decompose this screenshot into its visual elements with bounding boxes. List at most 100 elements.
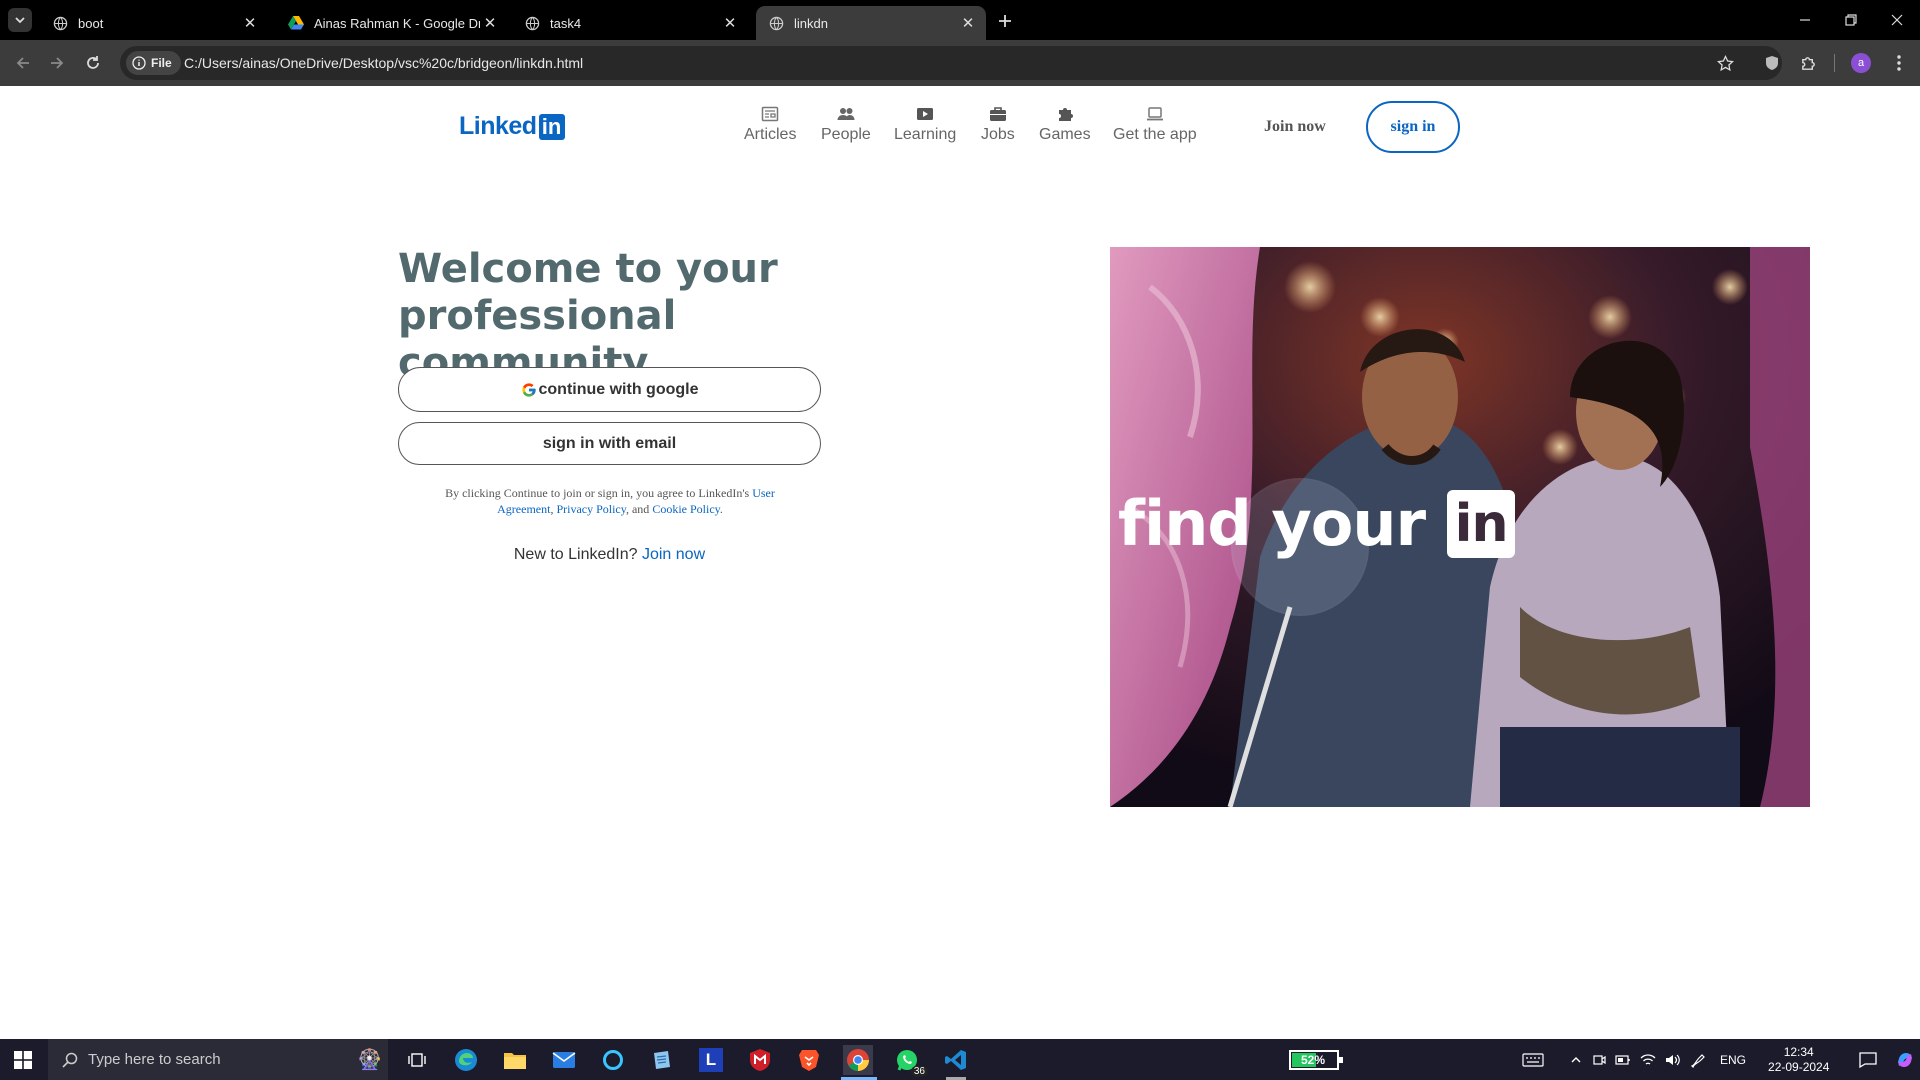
tab-title: linkdn	[794, 15, 828, 31]
page-title: Welcome to your professional community	[398, 246, 778, 386]
file-label: File	[151, 56, 172, 70]
reload-icon	[87, 56, 99, 69]
taskbar-search-box[interactable]: Type here to search 🎡	[48, 1039, 388, 1080]
puzzle-icon	[1058, 108, 1073, 121]
tab-google-drive[interactable]: Ainas Rahman K - Google Drive ✕	[276, 6, 508, 40]
taskbar-brave[interactable]	[794, 1045, 824, 1075]
start-button[interactable]	[8, 1045, 38, 1075]
nav-label: Get the app	[1113, 126, 1197, 143]
vscode-icon	[945, 1050, 966, 1070]
puzzle-piece-icon	[1801, 56, 1815, 70]
address-bar[interactable]: File C:/Users/ainas/OneDrive/Desktop/vsc…	[120, 46, 1782, 80]
tab-task4[interactable]: task4 ✕	[512, 6, 748, 40]
notification-icon[interactable]	[1859, 1051, 1878, 1068]
find-your-in-slogan: find your in	[1118, 487, 1516, 560]
copilot-icon[interactable]	[1895, 1050, 1915, 1070]
nav-label: People	[821, 126, 871, 143]
menu-button[interactable]	[1886, 50, 1912, 76]
hero-text: find your	[1118, 487, 1426, 560]
join-now-bottom-link[interactable]: Join now	[642, 546, 705, 563]
meet-now-icon[interactable]	[1592, 1053, 1606, 1067]
new-tab-button[interactable]	[992, 8, 1018, 34]
nav-get-the-app[interactable]: Get the app	[1113, 106, 1197, 144]
url-text[interactable]: C:/Users/ainas/OneDrive/Desktop/vsc%20c/…	[184, 55, 583, 71]
site-info-chip[interactable]: File	[126, 51, 181, 75]
new-to-linkedin: New to LinkedIn? Join now	[398, 546, 821, 564]
forward-button[interactable]	[44, 50, 70, 76]
join-now-link[interactable]: Join now	[1264, 118, 1326, 136]
chevron-up-icon[interactable]	[1570, 1054, 1582, 1066]
l-app-icon: L	[699, 1048, 723, 1072]
toolbar-divider	[1834, 54, 1835, 72]
avatar: a	[1851, 53, 1871, 73]
profile-avatar[interactable]: a	[1848, 50, 1874, 76]
nav-learning[interactable]: Learning	[894, 106, 956, 144]
restore-icon	[1845, 14, 1857, 26]
sign-in-with-email-button[interactable]: sign in with email	[398, 422, 821, 465]
volume-icon[interactable]	[1665, 1053, 1681, 1067]
info-icon	[132, 56, 146, 70]
shield-extension-button[interactable]	[1759, 50, 1785, 76]
linkedin-logo[interactable]: Linked in	[459, 112, 565, 141]
tab-boot[interactable]: boot ✕	[40, 6, 268, 40]
reload-button[interactable]	[80, 50, 106, 76]
tab-close-icon[interactable]: ✕	[958, 13, 978, 33]
sign-in-button[interactable]: sign in	[1366, 101, 1460, 153]
tab-close-icon[interactable]: ✕	[240, 13, 260, 33]
kebab-menu-icon	[1897, 55, 1901, 71]
taskbar-edge[interactable]	[451, 1045, 481, 1075]
taskbar-cortana[interactable]	[598, 1045, 628, 1075]
taskbar-l-app[interactable]: L	[696, 1045, 726, 1075]
edge-icon	[455, 1049, 477, 1071]
nav-label: Games	[1039, 126, 1091, 143]
cookie-policy-link[interactable]: Cookie Policy	[652, 502, 720, 516]
tab-close-icon[interactable]: ✕	[480, 13, 500, 33]
briefcase-icon	[989, 107, 1006, 121]
battery-indicator[interactable]: 52%	[1289, 1050, 1343, 1070]
minimize-button[interactable]	[1782, 0, 1828, 40]
back-button[interactable]	[10, 50, 36, 76]
taskbar-mcafee[interactable]	[745, 1045, 775, 1075]
brave-lion-icon	[799, 1050, 819, 1071]
tab-linkdn[interactable]: linkdn ✕	[756, 6, 986, 40]
tab-close-icon[interactable]: ✕	[720, 13, 740, 33]
nav-games[interactable]: Games	[1039, 106, 1091, 144]
newspaper-icon	[761, 106, 779, 122]
continue-with-google-button[interactable]: continue with google	[398, 367, 821, 412]
search-highlight-icon: 🎡	[357, 1049, 382, 1071]
close-window-button[interactable]	[1874, 0, 1920, 40]
nav-jobs[interactable]: Jobs	[981, 106, 1015, 144]
taskbar-vscode[interactable]	[941, 1045, 971, 1075]
battery-tray-icon[interactable]	[1615, 1054, 1631, 1066]
tab-search-button[interactable]	[8, 8, 32, 32]
clock[interactable]: 12:34 22-09-2024	[1768, 1045, 1829, 1075]
taskbar-notepad[interactable]	[647, 1045, 677, 1075]
pen-icon[interactable]	[1690, 1052, 1706, 1068]
keyboard-icon[interactable]	[1522, 1052, 1544, 1067]
bookmark-star-button[interactable]	[1714, 52, 1736, 74]
nav-label: Articles	[744, 126, 797, 143]
taskbar-chrome[interactable]	[843, 1045, 873, 1075]
extensions-button[interactable]	[1795, 50, 1821, 76]
nav-articles[interactable]: Articles	[744, 106, 796, 144]
battery-tip	[1339, 1057, 1343, 1063]
legal-notice: By clicking Continue to join or sign in,…	[420, 485, 800, 517]
taskbar-mail[interactable]	[549, 1045, 579, 1075]
privacy-policy-link[interactable]: Privacy Policy	[556, 502, 626, 516]
taskbar-whatsapp[interactable]: 36	[892, 1045, 928, 1077]
legal-text: By clicking Continue to join or sign in,…	[445, 486, 750, 500]
restore-button[interactable]	[1828, 0, 1874, 40]
whatsapp-unread-badge: 36	[910, 1066, 928, 1077]
google-button-label: continue with google	[538, 380, 699, 398]
taskbar-file-explorer[interactable]	[500, 1045, 530, 1075]
mail-icon	[552, 1052, 576, 1068]
task-view-button[interactable]	[402, 1045, 432, 1075]
shield-icon	[1766, 56, 1778, 70]
task-view-icon	[408, 1053, 426, 1067]
language-indicator[interactable]: ENG	[1720, 1053, 1746, 1067]
nav-people[interactable]: People	[821, 106, 871, 144]
chrome-icon	[847, 1049, 869, 1071]
wifi-icon[interactable]	[1640, 1053, 1656, 1067]
tab-title: boot	[78, 15, 104, 31]
new-to-text: New to LinkedIn?	[513, 546, 638, 563]
